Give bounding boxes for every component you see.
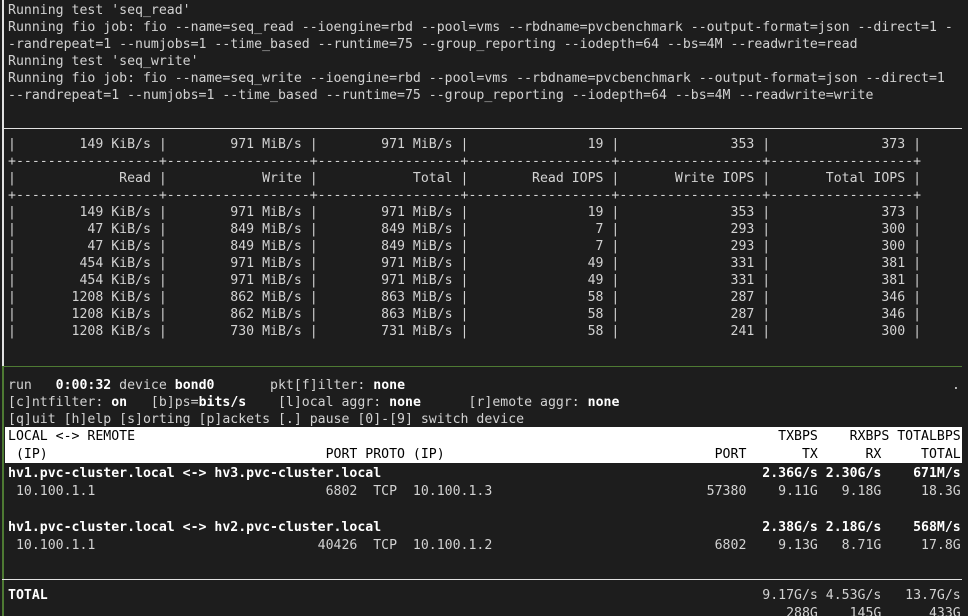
status-value: 0:00:32 bbox=[56, 378, 112, 393]
connection-hosts-row: hv1.pvc-cluster.local <-> hv2.pvc-cluste… bbox=[0, 519, 968, 537]
fio-table-row: | 47 KiB/s | 849 MiB/s | 849 MiB/s | 7 |… bbox=[0, 238, 968, 255]
status-text: [b]ps= bbox=[127, 395, 198, 410]
fio-table-row: | 454 KiB/s | 971 MiB/s | 971 MiB/s | 49… bbox=[0, 272, 968, 289]
fio-table-preview-row: | 149 KiB/s | 971 MiB/s | 971 MiB/s | 19… bbox=[0, 136, 968, 153]
fio-table-row: | 149 KiB/s | 971 MiB/s | 971 MiB/s | 19… bbox=[0, 204, 968, 221]
jnettop-header-line1: LOCAL <-> REMOTE TXBPS RXBPS TOTALBPS bbox=[5, 427, 962, 445]
fio-table-row: | 1208 KiB/s | 730 MiB/s | 731 MiB/s | 5… bbox=[0, 323, 968, 340]
jnettop-total: TOTAL 9.17G/s 4.53G/s 13.7G/s bbox=[0, 587, 968, 616]
total-rates-row: TOTAL 9.17G/s 4.53G/s 13.7G/s bbox=[0, 587, 968, 605]
fio-results-table: | 149 KiB/s | 971 MiB/s | 971 MiB/s | 19… bbox=[0, 136, 968, 340]
fio-log-line: -randrepeat=1 --numjobs=1 --time_based -… bbox=[0, 36, 968, 53]
fio-table-separator: +------------------+------------------+-… bbox=[0, 187, 968, 204]
fio-log: Running test 'seq_read'Running fio job: … bbox=[0, 2, 968, 104]
status-text: [q]uit [h]elp [s]orting [p]ackets [.] pa… bbox=[8, 412, 524, 427]
fio-table-row: | 1208 KiB/s | 862 MiB/s | 863 MiB/s | 5… bbox=[0, 306, 968, 323]
fio-log-line: --randrepeat=1 --numjobs=1 --time_based … bbox=[0, 87, 968, 104]
total-volumes-row: 288G 145G 433G bbox=[0, 605, 968, 616]
connection-hosts-row: hv1.pvc-cluster.local <-> hv3.pvc-cluste… bbox=[0, 465, 968, 483]
status-text: [c]ntfilter: bbox=[8, 395, 111, 410]
jnettop-header-line2: (IP) PORT PROTO (IP) PORT TX RX TOTAL bbox=[5, 445, 962, 463]
status-text: device bbox=[111, 378, 175, 393]
fio-table-row: | 1208 KiB/s | 862 MiB/s | 863 MiB/s | 5… bbox=[0, 289, 968, 306]
status-text: [l]ocal aggr: bbox=[246, 395, 389, 410]
fio-table-row: | 47 KiB/s | 849 MiB/s | 849 MiB/s | 7 |… bbox=[0, 221, 968, 238]
fio-log-line: Running test 'seq_write' bbox=[0, 53, 968, 70]
update-indicator: . bbox=[952, 377, 960, 394]
fio-log-line: Running fio job: fio --name=seq_read --i… bbox=[0, 19, 968, 36]
status-text: pkt[f]ilter: bbox=[214, 378, 373, 393]
jnettop-status-line: [c]ntfilter: on [b]ps=bits/s [l]ocal agg… bbox=[0, 394, 968, 411]
blank-line bbox=[0, 501, 968, 519]
separator-jnettop-total bbox=[2, 579, 962, 580]
jnettop-status-line: [q]uit [h]elp [s]orting [p]ackets [.] pa… bbox=[0, 411, 968, 428]
fio-table-header-row: | Read | Write | Total | Read IOPS | Wri… bbox=[0, 170, 968, 187]
connection-detail-row: 10.100.1.1 40426 TCP 10.100.1.2 6802 9.1… bbox=[0, 537, 968, 555]
status-text: [r]emote aggr: bbox=[421, 395, 588, 410]
status-value: none bbox=[373, 378, 405, 393]
status-value: none bbox=[588, 395, 620, 410]
terminal-window[interactable]: Running test 'seq_read'Running fio job: … bbox=[0, 0, 968, 616]
fio-table-row: | 454 KiB/s | 971 MiB/s | 971 MiB/s | 49… bbox=[0, 255, 968, 272]
fio-table-separator: +------------------+------------------+-… bbox=[0, 153, 968, 170]
status-value: on bbox=[111, 395, 127, 410]
fio-log-line: Running test 'seq_read' bbox=[0, 2, 968, 19]
fio-log-line: Running fio job: fio --name=seq_write --… bbox=[0, 70, 968, 87]
jnettop-header-bar: LOCAL <-> REMOTE TXBPS RXBPS TOTALBPS (I… bbox=[5, 427, 962, 463]
status-value: none bbox=[389, 395, 421, 410]
status-value: bits/s bbox=[199, 395, 247, 410]
connection-detail-row: 10.100.1.1 6802 TCP 10.100.1.3 57380 9.1… bbox=[0, 483, 968, 501]
status-value: bond0 bbox=[175, 378, 215, 393]
jnettop-status-line: run 0:00:32 device bond0 pkt[f]ilter: no… bbox=[0, 377, 968, 394]
total-label: TOTAL bbox=[8, 588, 48, 603]
separator-fio-table bbox=[2, 128, 962, 129]
jnettop-connections: hv1.pvc-cluster.local <-> hv3.pvc-cluste… bbox=[0, 465, 968, 555]
jnettop-status: run 0:00:32 device bond0 pkt[f]ilter: no… bbox=[0, 377, 968, 428]
status-text: run bbox=[8, 378, 56, 393]
separator-jnettop-pane bbox=[2, 366, 962, 367]
